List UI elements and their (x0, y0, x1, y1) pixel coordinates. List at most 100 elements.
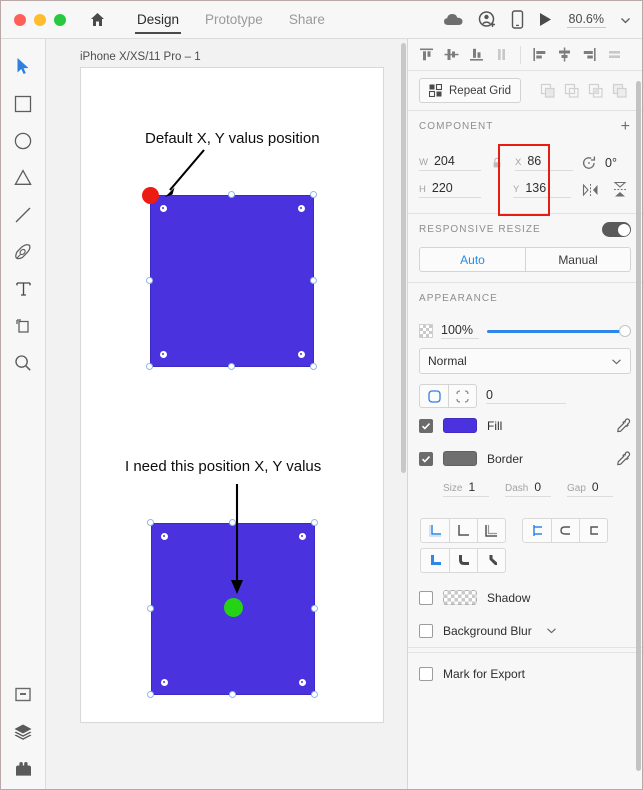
fill-checkbox[interactable] (419, 418, 433, 433)
selection-handle-tl[interactable] (147, 519, 154, 526)
corner-radius-all-button[interactable] (420, 385, 448, 407)
blend-mode-select[interactable]: Normal (419, 348, 631, 374)
cloud-icon[interactable] (443, 12, 464, 27)
selection-handle-tc[interactable] (228, 191, 235, 198)
tab-design[interactable]: Design (124, 1, 192, 39)
join-bevel-button[interactable] (477, 549, 505, 572)
distribute-horizontal-button[interactable] (602, 43, 627, 67)
resize-mode-auto[interactable]: Auto (420, 248, 525, 271)
boolean-add-button[interactable] (537, 80, 559, 102)
shadow-checkbox[interactable] (419, 590, 433, 605)
shadow-color-swatch[interactable] (443, 590, 477, 605)
border-align-center-button[interactable] (449, 519, 477, 542)
border-gap-field[interactable]: Gap 0 (567, 480, 613, 497)
ellipse-tool[interactable] (6, 122, 40, 159)
border-checkbox[interactable] (419, 451, 433, 466)
border-color-swatch[interactable] (443, 451, 477, 466)
boolean-exclude-button[interactable] (609, 80, 631, 102)
mark-for-export-checkbox[interactable] (419, 666, 433, 681)
canvas-area[interactable]: iPhone X/XS/11 Pro – 1 Default X, Y valu… (46, 39, 407, 789)
polygon-tool[interactable] (6, 159, 40, 196)
border-align-inside-button[interactable] (421, 519, 449, 542)
canvas-scrollbar[interactable] (401, 43, 406, 473)
selection-handle-mr[interactable] (310, 277, 317, 284)
boolean-subtract-button[interactable] (561, 80, 583, 102)
width-field[interactable]: W 204 (419, 154, 481, 171)
fill-color-swatch[interactable] (443, 418, 477, 433)
responsive-resize-toggle[interactable] (602, 222, 631, 237)
cap-butt-button[interactable] (523, 519, 551, 542)
eyedropper-icon[interactable] (616, 451, 631, 466)
selection-handle-br[interactable] (310, 363, 317, 370)
artboard-label[interactable]: iPhone X/XS/11 Pro – 1 (80, 51, 201, 63)
flip-vertical-button[interactable] (609, 180, 631, 200)
corner-radius-widget-bl[interactable] (160, 678, 168, 686)
resize-mode-manual[interactable]: Manual (525, 248, 630, 271)
selection-handle-bl[interactable] (147, 691, 154, 698)
artboard-tool[interactable] (6, 307, 40, 344)
tab-share[interactable]: Share (276, 1, 338, 39)
artboard[interactable]: Default X, Y valus position I need this … (80, 67, 384, 723)
selection-handle-ml[interactable] (147, 605, 154, 612)
x-field[interactable]: X 86 (515, 154, 573, 171)
minimize-window-button[interactable] (34, 13, 46, 26)
link-lock-icon[interactable] (492, 157, 502, 169)
play-icon[interactable] (538, 11, 553, 28)
border-align-outside-button[interactable] (477, 519, 505, 542)
pen-tool[interactable] (6, 233, 40, 270)
align-bottom-button[interactable] (464, 43, 489, 67)
inspector-scrollbar[interactable] (636, 81, 641, 771)
corner-radius-widget-tl[interactable] (159, 204, 167, 212)
join-round-button[interactable] (449, 549, 477, 572)
tab-prototype[interactable]: Prototype (192, 1, 276, 39)
mobile-device-icon[interactable] (511, 10, 524, 29)
eyedropper-icon[interactable] (616, 418, 631, 433)
selection-handle-bl[interactable] (146, 363, 153, 370)
border-dash-field[interactable]: Dash 0 (505, 480, 551, 497)
distribute-vertical-button[interactable] (489, 43, 514, 67)
layers-panel[interactable] (6, 715, 40, 752)
corner-radius-widget-tr[interactable] (297, 204, 305, 212)
selection-handle-bc[interactable] (228, 363, 235, 370)
maximize-window-button[interactable] (54, 13, 66, 26)
selection-handle-mr[interactable] (311, 605, 318, 612)
selection-handle-bc[interactable] (229, 691, 236, 698)
zoom-tool[interactable] (6, 344, 40, 381)
border-size-field[interactable]: Size 1 (443, 480, 489, 497)
close-window-button[interactable] (14, 13, 26, 26)
align-left-button[interactable] (527, 43, 552, 67)
corner-radius-widget-tr[interactable] (298, 532, 306, 540)
cap-square-button[interactable] (579, 519, 607, 542)
y-field[interactable]: Y 136 (513, 181, 571, 198)
align-middle-button[interactable] (439, 43, 464, 67)
selection-handle-tr[interactable] (310, 191, 317, 198)
rotation-value[interactable]: 0° (605, 156, 617, 170)
background-blur-checkbox[interactable] (419, 623, 433, 638)
zoom-level-value[interactable]: 80.6% (566, 12, 606, 28)
repeat-grid-button[interactable]: Repeat Grid (419, 78, 522, 103)
align-top-button[interactable] (414, 43, 439, 67)
select-tool[interactable] (6, 48, 40, 85)
corner-radius-widget-bl[interactable] (159, 350, 167, 358)
chevron-down-icon[interactable] (620, 15, 630, 25)
corner-radius-individual-button[interactable] (448, 385, 476, 407)
flip-horizontal-button[interactable] (579, 180, 601, 200)
plugins-panel[interactable] (6, 752, 40, 789)
assets-panel[interactable] (6, 678, 40, 715)
corner-radius-value[interactable]: 0 (486, 388, 566, 404)
corner-radius-widget-br[interactable] (298, 678, 306, 686)
line-tool[interactable] (6, 196, 40, 233)
align-center-button[interactable] (552, 43, 577, 67)
opacity-slider[interactable] (487, 324, 631, 338)
height-field[interactable]: H 220 (419, 181, 481, 198)
selection-handle-tr[interactable] (311, 519, 318, 526)
align-right-button[interactable] (577, 43, 602, 67)
rectangle-tool[interactable] (6, 85, 40, 122)
selection-handle-ml[interactable] (146, 277, 153, 284)
cap-round-button[interactable] (551, 519, 579, 542)
home-button[interactable] (84, 7, 110, 33)
invite-user-icon[interactable] (478, 10, 497, 29)
opacity-value[interactable]: 100% (441, 323, 479, 339)
opacity-slider-knob[interactable] (619, 325, 631, 337)
corner-radius-widget-tl[interactable] (160, 532, 168, 540)
